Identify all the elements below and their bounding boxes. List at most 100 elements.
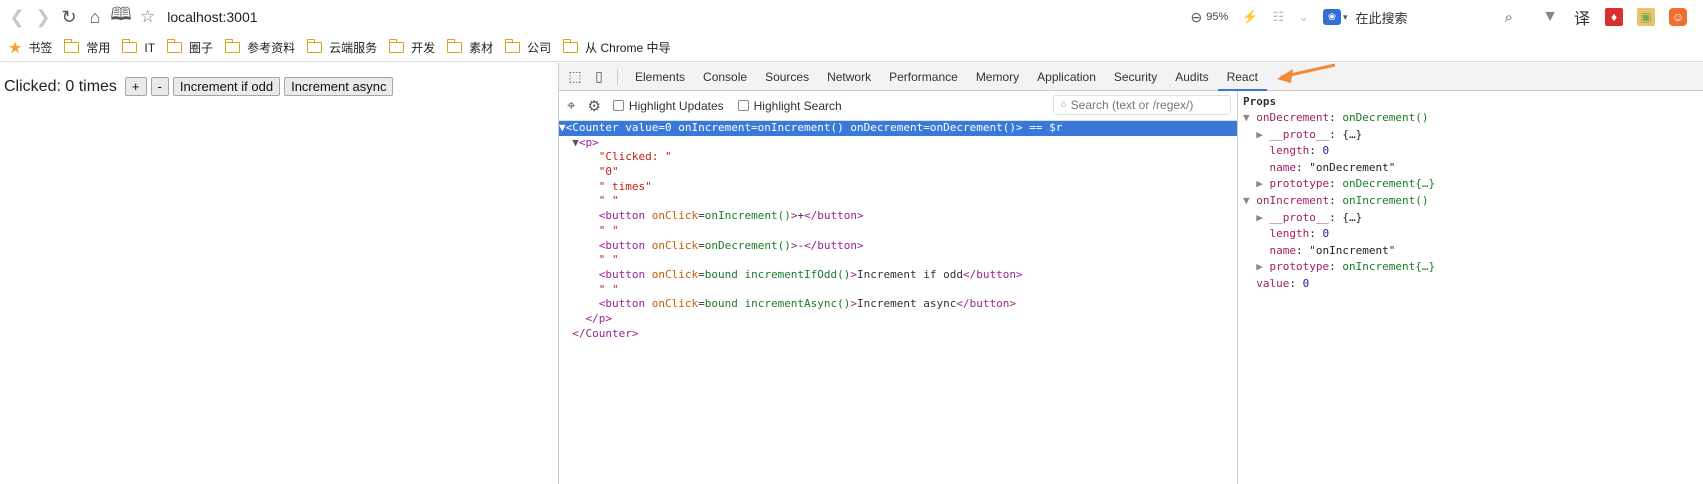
prop-row[interactable]: name: "onIncrement" [1243, 243, 1703, 260]
text-node: " " [598, 223, 619, 237]
bookmark-folder[interactable]: 圈子 [166, 39, 213, 56]
forward-icon[interactable]: ❯ [30, 4, 56, 30]
tree-row-text[interactable]: " " [559, 253, 1237, 268]
bookmark-folder[interactable]: IT [121, 39, 155, 55]
search-placeholder: Search (text or /regex/) [1070, 98, 1194, 112]
prop-row[interactable]: ▶ __proto__: {…} [1243, 127, 1703, 144]
tab-sources[interactable]: Sources [756, 63, 818, 91]
highlight-updates-checkbox[interactable]: Highlight Updates [612, 99, 724, 113]
bookmark-folder[interactable]: 公司 [504, 39, 552, 56]
prop-row[interactable]: ▶ __proto__: {…} [1243, 210, 1703, 227]
tree-row-button[interactable]: <button onClick=onIncrement()>+</button> [559, 209, 1237, 224]
tree-row-text[interactable]: " times" [559, 180, 1237, 195]
prop-row[interactable]: length: 0 [1243, 226, 1703, 243]
tree-row-counter-close[interactable]: </Counter> [559, 327, 1237, 342]
prop-row[interactable]: ▼ onIncrement: onIncrement() [1243, 193, 1703, 210]
collapse-triangle-icon[interactable]: ▶ [1256, 177, 1269, 190]
bookmark-label: 公司 [527, 41, 552, 55]
collapse-triangle-icon[interactable]: ▶ [1256, 211, 1269, 224]
reload-icon[interactable]: ↻ [56, 4, 82, 30]
back-icon[interactable]: ❮ [4, 4, 30, 30]
bookmark-folder[interactable]: 素材 [446, 39, 493, 56]
prop-row[interactable]: ▼ onDecrement: onDecrement() [1243, 110, 1703, 127]
tab-network[interactable]: Network [818, 63, 880, 91]
expand-triangle-icon[interactable]: ▼ [572, 136, 579, 149]
bookmark-folder[interactable]: 云端服务 [306, 39, 377, 56]
props-panel: Props ▼ onDecrement: onDecrement() ▶ __p… [1239, 91, 1703, 484]
reading-mode-icon[interactable]: 🕮 [108, 4, 134, 30]
prop-row[interactable]: ▶ prototype: onDecrement{…} [1243, 176, 1703, 193]
lightning-icon[interactable]: ⚡ [1242, 9, 1258, 25]
tree-row-text[interactable]: " " [559, 194, 1237, 209]
address-text[interactable]: localhost:3001 [167, 9, 257, 25]
attr-name: onClick [651, 297, 699, 311]
tab-application[interactable]: Application [1028, 63, 1105, 91]
chevron-down-icon[interactable]: ⌄ [1298, 9, 1309, 25]
expand-triangle-icon[interactable]: ▼ [559, 121, 566, 134]
prop-row[interactable]: value: 0 [1243, 276, 1703, 293]
tree-row-button[interactable]: <button onClick=bound incrementIfOdd()>I… [559, 268, 1237, 283]
bookmark-folder[interactable]: 参考资料 [224, 39, 295, 56]
decrement-button[interactable]: - [150, 77, 169, 96]
increment-if-odd-button[interactable]: Increment if odd [172, 77, 281, 96]
vshape-extension-icon[interactable]: ▼ [1541, 8, 1559, 26]
bookmark-folder[interactable]: 开发 [388, 39, 435, 56]
tree-row-button[interactable]: <button onClick=onDecrement()>-</button> [559, 239, 1237, 254]
prop-value: onIncrement() [1342, 193, 1429, 207]
red-extension-icon[interactable]: ♦ [1605, 8, 1623, 26]
settings-icon[interactable]: ⚙ [587, 97, 600, 115]
home-icon[interactable]: ⌂ [82, 4, 108, 30]
tag-open: <button [598, 209, 646, 223]
address-bar[interactable]: ☆ localhost:3001 [140, 7, 258, 27]
tree-row-text[interactable]: "Clicked: " [559, 150, 1237, 165]
tree-row-button[interactable]: <button onClick=bound incrementAsync()>I… [559, 297, 1237, 312]
checkbox-box[interactable] [612, 100, 624, 111]
expand-triangle-icon[interactable]: ▼ [1243, 194, 1256, 207]
expand-triangle-icon[interactable]: ▼ [1243, 111, 1256, 124]
prop-row[interactable]: name: "onDecrement" [1243, 160, 1703, 177]
prop-row[interactable]: length: 0 [1243, 143, 1703, 160]
tree-row-p[interactable]: ▼<p> [559, 136, 1237, 151]
tab-elements[interactable]: Elements [626, 63, 694, 91]
tab-security[interactable]: Security [1105, 63, 1166, 91]
prop-row[interactable]: ▶ prototype: onIncrement{…} [1243, 259, 1703, 276]
image-extension-icon[interactable]: ▣ [1637, 8, 1655, 26]
increment-button[interactable]: + [124, 77, 147, 96]
tree-row-text[interactable]: " " [559, 283, 1237, 298]
react-search-input[interactable]: ○ Search (text or /regex/) [1053, 95, 1231, 115]
qr-icon[interactable]: ☷ [1272, 9, 1284, 25]
search-box[interactable]: ❀ ▾ 在此搜索 ⌕ [1323, 8, 1513, 27]
collapse-triangle-icon[interactable]: ▶ [1256, 128, 1269, 141]
tree-row-counter[interactable]: ▼<Counter value=0 onIncrement=onIncremen… [559, 121, 1237, 136]
translate-extension-icon[interactable]: 译 [1573, 8, 1591, 28]
bookmark-item-star[interactable]: ★ 书签 [8, 38, 52, 58]
collapse-triangle-icon[interactable]: ▶ [1256, 260, 1269, 273]
search-engine-icon[interactable]: ❀ [1323, 9, 1341, 25]
zoom-indicator[interactable]: ⊖ 95% [1190, 9, 1228, 26]
bookmarks-bar: ★ 书签 常用 IT 圈子 参考资料 云端服务 开发 素材 公司 从 Chrom… [0, 34, 1703, 62]
inspect-element-icon[interactable]: ⬚ [563, 65, 587, 89]
button-text: Increment async [857, 297, 957, 311]
tab-react[interactable]: React [1217, 63, 1267, 91]
tag-open: <button [598, 297, 646, 311]
tree-row-text[interactable]: " " [559, 224, 1237, 239]
checkbox-box[interactable] [737, 100, 749, 111]
search-placeholder[interactable]: 在此搜索 [1356, 8, 1505, 27]
tab-console[interactable]: Console [694, 63, 756, 91]
engine-dropdown-icon[interactable]: ▾ [1343, 12, 1348, 23]
orange-extension-icon[interactable]: ☺ [1669, 8, 1687, 26]
device-toolbar-icon[interactable]: ▯ [587, 65, 611, 89]
target-icon[interactable]: ⌖ [567, 97, 575, 114]
increment-async-button[interactable]: Increment async [284, 77, 394, 96]
highlight-search-checkbox[interactable]: Highlight Search [737, 99, 842, 113]
tree-row-text[interactable]: "0" [559, 165, 1237, 180]
tab-performance[interactable]: Performance [880, 63, 967, 91]
bookmark-folder[interactable]: 常用 [63, 39, 110, 56]
search-icon[interactable]: ⌕ [1505, 9, 1513, 26]
tab-memory[interactable]: Memory [967, 63, 1028, 91]
tree-row-p-close[interactable]: </p> [559, 312, 1237, 327]
bookmark-star-icon[interactable]: ☆ [140, 7, 155, 27]
bookmark-folder[interactable]: 从 Chrome 中导 [562, 39, 671, 56]
react-toolbar: ⌖ ⚙ Highlight Updates Highlight Search ○… [559, 91, 1237, 121]
tab-audits[interactable]: Audits [1166, 63, 1217, 91]
